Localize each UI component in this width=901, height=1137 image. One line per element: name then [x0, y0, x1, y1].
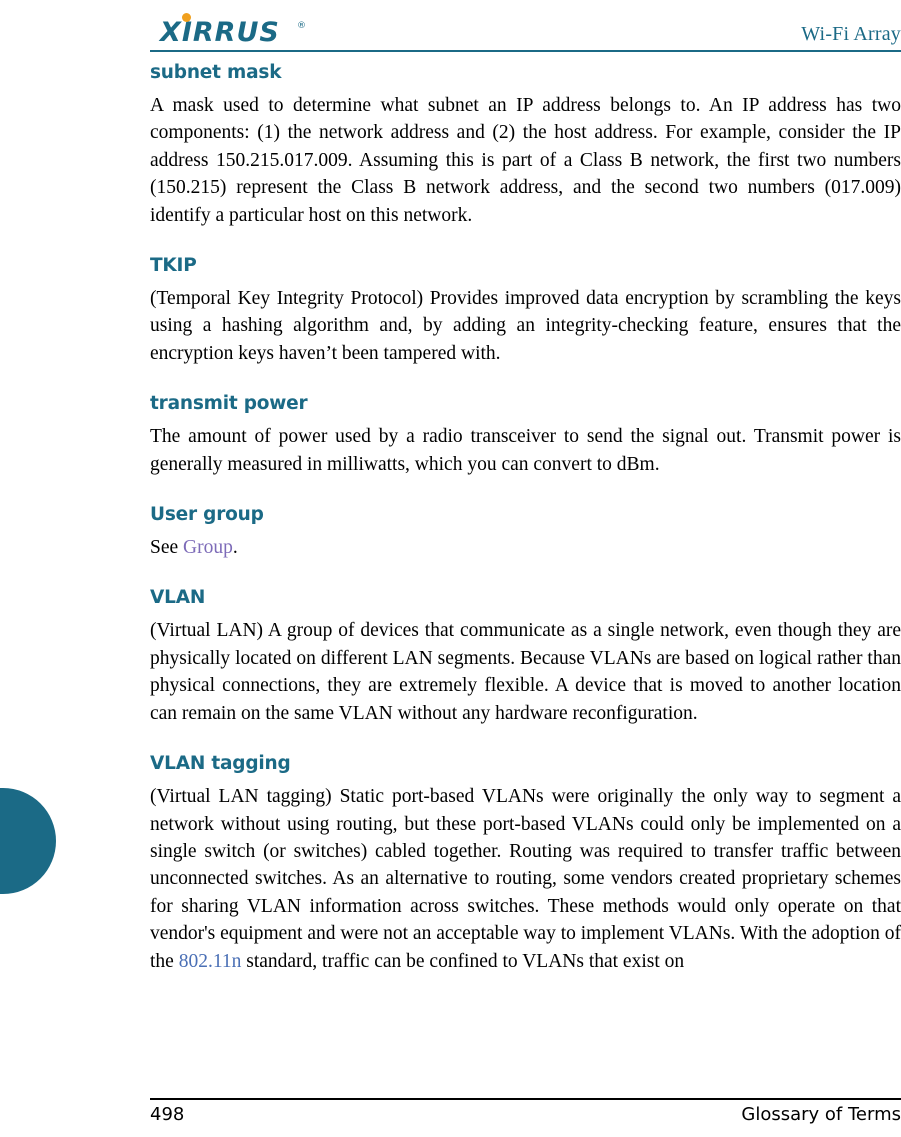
logo-dot-icon [182, 13, 191, 22]
side-thumb-tab [0, 788, 56, 894]
glossary-definition: See Group. [150, 534, 901, 561]
glossary-definition: A mask used to determine what subnet an … [150, 95, 901, 226]
document-page: XIRRUS ® Wi-Fi Array subnet mask A mask … [0, 0, 901, 1137]
logo-wordmark: XIRRUS [160, 17, 280, 48]
footer-section-label: Glossary of Terms [741, 1104, 901, 1125]
cross-reference-link-802-11n[interactable]: 802.11n [179, 951, 242, 972]
cross-reference-link-group[interactable]: Group [183, 537, 233, 558]
logo-registered-mark: ® [297, 21, 306, 31]
glossary-term: User group [150, 504, 264, 526]
glossary-entry-user-group: User group See Group. [150, 504, 901, 561]
definition-text-before-link: (Virtual LAN tagging) Static port-based … [150, 786, 901, 972]
glossary-definition: (Temporal Key Integrity Protocol) Provid… [150, 288, 901, 364]
glossary-entry-vlan: VLAN (Virtual LAN) A group of devices th… [150, 587, 901, 727]
glossary-term: transmit power [150, 393, 308, 415]
glossary-term: VLAN tagging [150, 753, 291, 775]
glossary-term: TKIP [150, 255, 197, 277]
glossary-term: VLAN [150, 587, 206, 609]
footer-page-number: 498 [150, 1104, 185, 1125]
glossary-content: subnet mask A mask used to determine wha… [150, 62, 901, 975]
glossary-definition: (Virtual LAN) A group of devices that co… [150, 620, 901, 724]
glossary-definition: (Virtual LAN tagging) Static port-based … [150, 783, 901, 975]
glossary-definition: The amount of power used by a radio tran… [150, 426, 901, 475]
glossary-entry-transmit-power: transmit power The amount of power used … [150, 393, 901, 478]
definition-text-after-link: standard, traffic can be confined to VLA… [241, 950, 685, 972]
header-divider [150, 50, 901, 52]
xirrus-logo: XIRRUS ® [150, 13, 340, 48]
glossary-term: subnet mask [150, 62, 282, 83]
page-footer: 498 Glossary of Terms [150, 1104, 901, 1134]
footer-divider [150, 1098, 901, 1100]
glossary-entry-subnet-mask: subnet mask A mask used to determine wha… [150, 62, 901, 229]
see-prefix: See [150, 537, 184, 559]
glossary-entry-tkip: TKIP (Temporal Key Integrity Protocol) P… [150, 255, 901, 367]
header-title: Wi-Fi Array [801, 23, 901, 45]
see-suffix: . [232, 537, 238, 559]
glossary-entry-vlan-tagging: VLAN tagging (Virtual LAN tagging) Stati… [150, 753, 901, 975]
page-header: XIRRUS ® Wi-Fi Array [150, 8, 901, 50]
